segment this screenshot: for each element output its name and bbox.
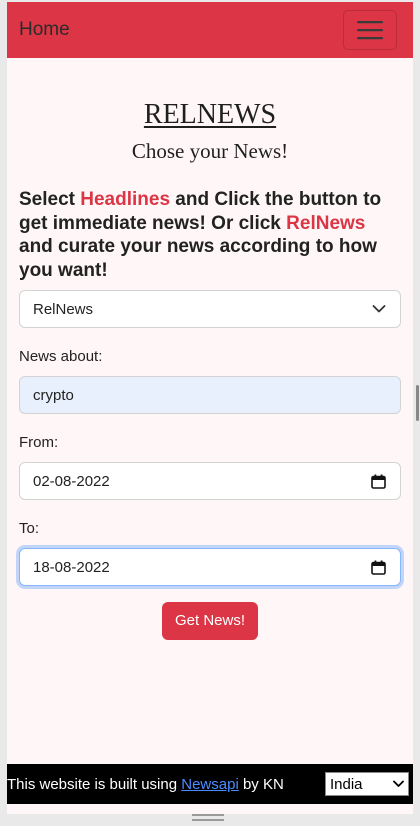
news-about-value: crypto xyxy=(33,386,74,404)
footer-text-part1: This website is built using xyxy=(7,775,182,793)
from-date-value: 02-08-2022 xyxy=(33,472,110,490)
from-date-input[interactable]: 02-08-2022 xyxy=(19,462,401,500)
to-date-input[interactable]: 18-08-2022 xyxy=(19,548,401,586)
intro-relnews-highlight: RelNews xyxy=(286,212,366,234)
resize-handle[interactable] xyxy=(192,814,224,822)
to-label: To: xyxy=(19,520,40,537)
intro-text: Select Headlines and Click the button to… xyxy=(19,188,401,282)
news-about-label: News about: xyxy=(19,348,103,365)
navbar: Home xyxy=(7,2,413,58)
country-value: India xyxy=(330,775,363,793)
footer-text-part2: by KN xyxy=(238,775,284,793)
to-date-value: 18-08-2022 xyxy=(33,558,110,576)
intro-headlines-highlight: Headlines xyxy=(80,189,171,210)
chevron-down-icon xyxy=(393,780,404,787)
newsapi-link[interactable]: Newsapi xyxy=(181,776,239,793)
main-content: RELNEWS Chose your News! Select Headline… xyxy=(7,98,413,640)
news-about-input[interactable]: crypto xyxy=(19,376,401,414)
from-label: From: xyxy=(19,434,59,451)
intro-part3: and curate your news according to how yo… xyxy=(19,236,377,281)
submit-wrapper: Get News! xyxy=(19,602,401,640)
resize-grip-line xyxy=(192,819,224,821)
calendar-icon[interactable] xyxy=(371,474,386,489)
hamburger-menu-icon xyxy=(357,21,383,40)
nav-brand-home[interactable]: Home xyxy=(19,19,70,41)
get-news-button[interactable]: Get News! xyxy=(161,602,259,640)
news-mode-select[interactable]: RelNews xyxy=(19,290,401,328)
scrollbar-thumb[interactable] xyxy=(416,385,419,421)
calendar-icon[interactable] xyxy=(371,560,386,575)
page-subtitle: Chose your News! xyxy=(131,139,289,163)
country-select[interactable]: India xyxy=(325,772,409,796)
resize-grip-line xyxy=(192,814,224,816)
menu-toggle-button[interactable] xyxy=(343,10,397,50)
footer: This website is built using Newsapi by K… xyxy=(7,764,413,804)
chevron-down-icon xyxy=(372,305,386,313)
page-title: RELNEWS xyxy=(143,99,277,130)
browser-viewport: Home RELNEWS Chose your News! Select Hea… xyxy=(7,2,413,814)
news-mode-value: RelNews xyxy=(33,300,94,318)
footer-text: This website is built using Newsapi by K… xyxy=(7,776,284,793)
intro-part1: Select xyxy=(19,189,81,210)
